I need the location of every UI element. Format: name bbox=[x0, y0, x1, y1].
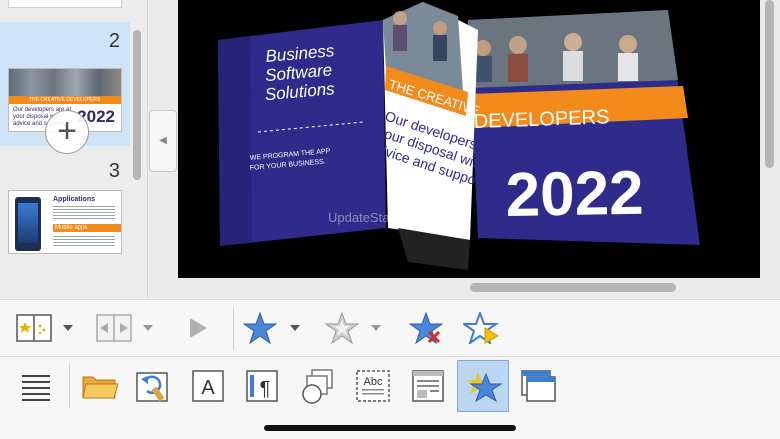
slide-canvas[interactable]: DEVELOPERS 2022 THE CREATIVE Our develop… bbox=[178, 0, 760, 278]
transition-effect-dropdown[interactable] bbox=[142, 322, 154, 334]
year-text: 2022 bbox=[505, 159, 644, 230]
toolbar-divider bbox=[233, 308, 234, 350]
chevron-down-icon bbox=[371, 325, 381, 331]
thumbnail-title: Applications bbox=[53, 196, 96, 203]
chevron-down-icon bbox=[290, 325, 300, 331]
slide-editor: ◀ DEVELOPERS 2022 THE CREATIVE Our devel… bbox=[148, 0, 780, 298]
star-icon bbox=[243, 312, 277, 344]
thumbnail-lines bbox=[53, 206, 115, 220]
preview-animation-button[interactable] bbox=[461, 308, 501, 348]
textframe-button[interactable]: Abc bbox=[353, 366, 393, 406]
animation-toolbar bbox=[0, 299, 780, 357]
add-slide-button[interactable]: + bbox=[45, 110, 89, 154]
slide-panel-scrollbar[interactable] bbox=[133, 30, 141, 180]
add-animation-button[interactable] bbox=[240, 308, 280, 348]
paragraph-button[interactable]: ¶ bbox=[242, 366, 282, 406]
thumbnail-photo-strip bbox=[9, 69, 121, 96]
play-icon bbox=[190, 318, 207, 338]
add-animation-dropdown[interactable] bbox=[289, 322, 301, 334]
layout-button[interactable] bbox=[408, 366, 448, 406]
animation-effect-dropdown[interactable] bbox=[370, 322, 382, 334]
slide-panel: 2 THE CREATIVE DEVELOPERS Our developers… bbox=[0, 0, 148, 298]
slide-thumbnail-1[interactable] bbox=[8, 0, 122, 8]
undo-format-button[interactable] bbox=[134, 366, 174, 406]
paragraph-icon: ¶ bbox=[246, 370, 278, 402]
watermark: UpdateStar.com bbox=[328, 210, 422, 225]
open-button[interactable] bbox=[80, 366, 120, 406]
objects-button[interactable] bbox=[298, 366, 338, 406]
slide-graphic: DEVELOPERS 2022 THE CREATIVE Our develop… bbox=[218, 2, 700, 270]
home-indicator[interactable] bbox=[264, 425, 516, 431]
collapse-panel-button[interactable]: ◀ bbox=[149, 110, 177, 172]
star-remove-icon bbox=[409, 312, 443, 344]
thumbnail-lines bbox=[53, 236, 115, 248]
thumbnail-bar: Mobile apps bbox=[53, 224, 121, 232]
star-outline-icon bbox=[325, 312, 359, 344]
transition-effect-button[interactable] bbox=[94, 308, 134, 348]
animation-scheme-button[interactable] bbox=[14, 308, 54, 348]
vertical-scrollbar[interactable] bbox=[765, 0, 774, 168]
shapes-icon bbox=[302, 369, 333, 404]
svg-text:¶: ¶ bbox=[260, 378, 271, 400]
slide-item-3[interactable]: 3 Applications Mobile apps bbox=[0, 152, 130, 272]
folder-icon bbox=[82, 376, 119, 399]
svg-text:A: A bbox=[201, 377, 215, 399]
star-play-icon bbox=[463, 312, 499, 344]
animation-scheme-dropdown[interactable] bbox=[62, 322, 74, 334]
main-toolbar: A ¶ Abc bbox=[0, 358, 780, 439]
layout-icon bbox=[412, 370, 444, 402]
chevron-down-icon bbox=[63, 325, 73, 331]
slide-thumbnail-3[interactable]: Applications Mobile apps bbox=[8, 190, 122, 254]
hamburger-icon bbox=[22, 375, 50, 401]
remove-animation-button[interactable] bbox=[406, 308, 446, 348]
format-paint-icon bbox=[136, 372, 168, 402]
svg-text:Business Software: Business Software Solutions bbox=[261, 41, 343, 105]
animation-effect-button[interactable] bbox=[322, 308, 362, 348]
character-button[interactable]: A bbox=[188, 366, 228, 406]
slide-transition-icon bbox=[16, 314, 52, 342]
svg-text:Abc: Abc bbox=[364, 376, 383, 388]
play-button[interactable] bbox=[178, 308, 218, 348]
horizontal-scrollbar[interactable] bbox=[470, 283, 676, 292]
textbox-icon: Abc bbox=[356, 370, 390, 402]
windows-icon bbox=[521, 370, 556, 402]
toolbar-divider bbox=[69, 364, 70, 408]
animations-button[interactable] bbox=[457, 360, 509, 412]
transition-icon bbox=[96, 314, 132, 342]
animation-star-icon bbox=[466, 372, 502, 403]
thumbnail-banner: THE CREATIVE DEVELOPERS bbox=[9, 96, 121, 104]
phone-image bbox=[15, 197, 41, 251]
menu-button[interactable] bbox=[16, 366, 56, 406]
window-button[interactable] bbox=[518, 366, 558, 406]
character-icon: A bbox=[192, 370, 224, 402]
slide-number: 3 bbox=[108, 160, 120, 182]
slide-number: 2 bbox=[108, 30, 120, 52]
chevron-down-icon bbox=[143, 325, 153, 331]
